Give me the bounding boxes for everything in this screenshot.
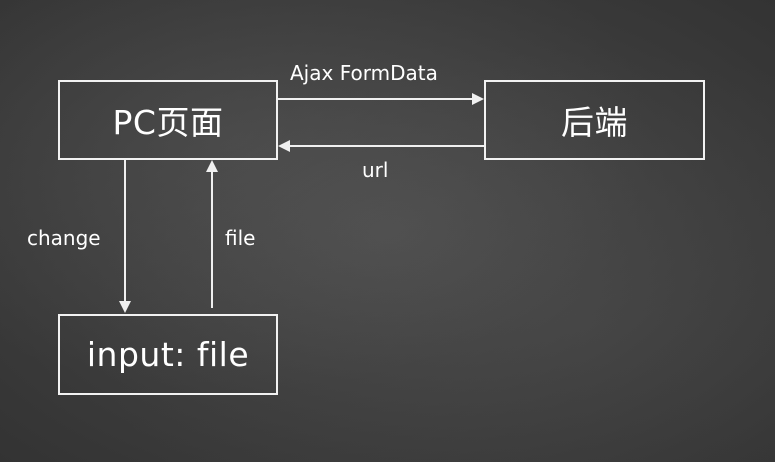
pc-page-label: PC页面 <box>112 103 224 142</box>
pc-page-node: PC页面 <box>58 80 278 160</box>
arrowhead-pc-to-input <box>119 301 131 313</box>
arrowhead-backend-to-pc <box>278 140 290 152</box>
arrowhead-input-to-pc <box>206 160 218 172</box>
url-label: url <box>362 158 389 182</box>
arrowhead-pc-to-backend <box>472 93 484 105</box>
backend-label: 后端 <box>561 103 628 142</box>
file-label: file <box>225 226 256 250</box>
chalkboard-canvas: PC页面 后端 input: file Ajax FormData url ch… <box>0 0 775 462</box>
ajax-formdata-label: Ajax FormData <box>290 61 438 85</box>
file-input-node: input: file <box>58 314 278 395</box>
file-input-label: input: file <box>86 335 250 374</box>
change-label: change <box>27 226 101 250</box>
backend-node: 后端 <box>484 80 705 160</box>
